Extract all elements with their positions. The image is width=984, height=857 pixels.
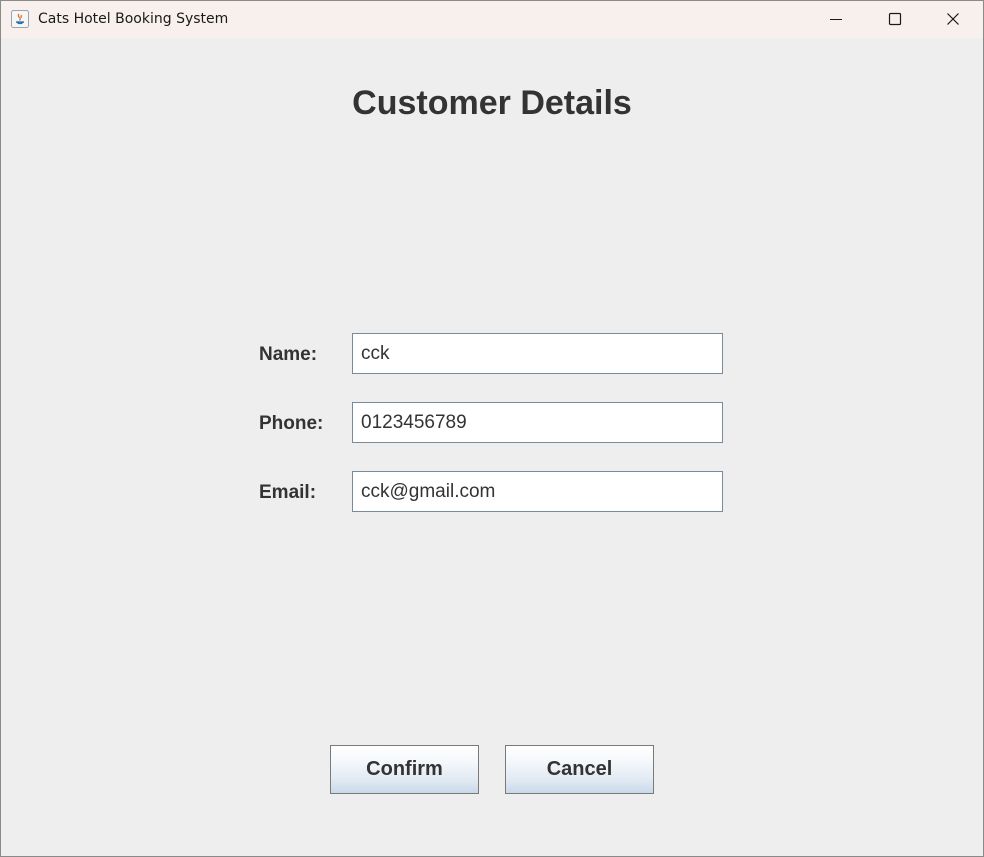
close-icon — [947, 13, 959, 25]
app-window: Cats Hotel Booking System Customer Detai… — [0, 0, 984, 857]
name-label: Name: — [259, 344, 318, 365]
page-title: Customer Details — [352, 84, 632, 122]
phone-field[interactable] — [352, 402, 723, 443]
email-label: Email: — [259, 482, 317, 503]
email-field[interactable] — [352, 471, 723, 512]
phone-label: Phone: — [259, 413, 324, 434]
java-icon — [11, 10, 29, 28]
name-field[interactable] — [352, 333, 723, 374]
window-title: Cats Hotel Booking System — [38, 11, 229, 27]
minimize-icon — [830, 19, 842, 20]
minimize-button[interactable] — [807, 1, 865, 38]
title-bar[interactable]: Cats Hotel Booking System — [1, 1, 983, 38]
close-button[interactable] — [924, 1, 982, 38]
confirm-button[interactable]: Confirm — [330, 745, 479, 794]
maximize-icon — [888, 12, 902, 26]
cancel-button[interactable]: Cancel — [505, 745, 654, 794]
maximize-button[interactable] — [866, 1, 924, 38]
